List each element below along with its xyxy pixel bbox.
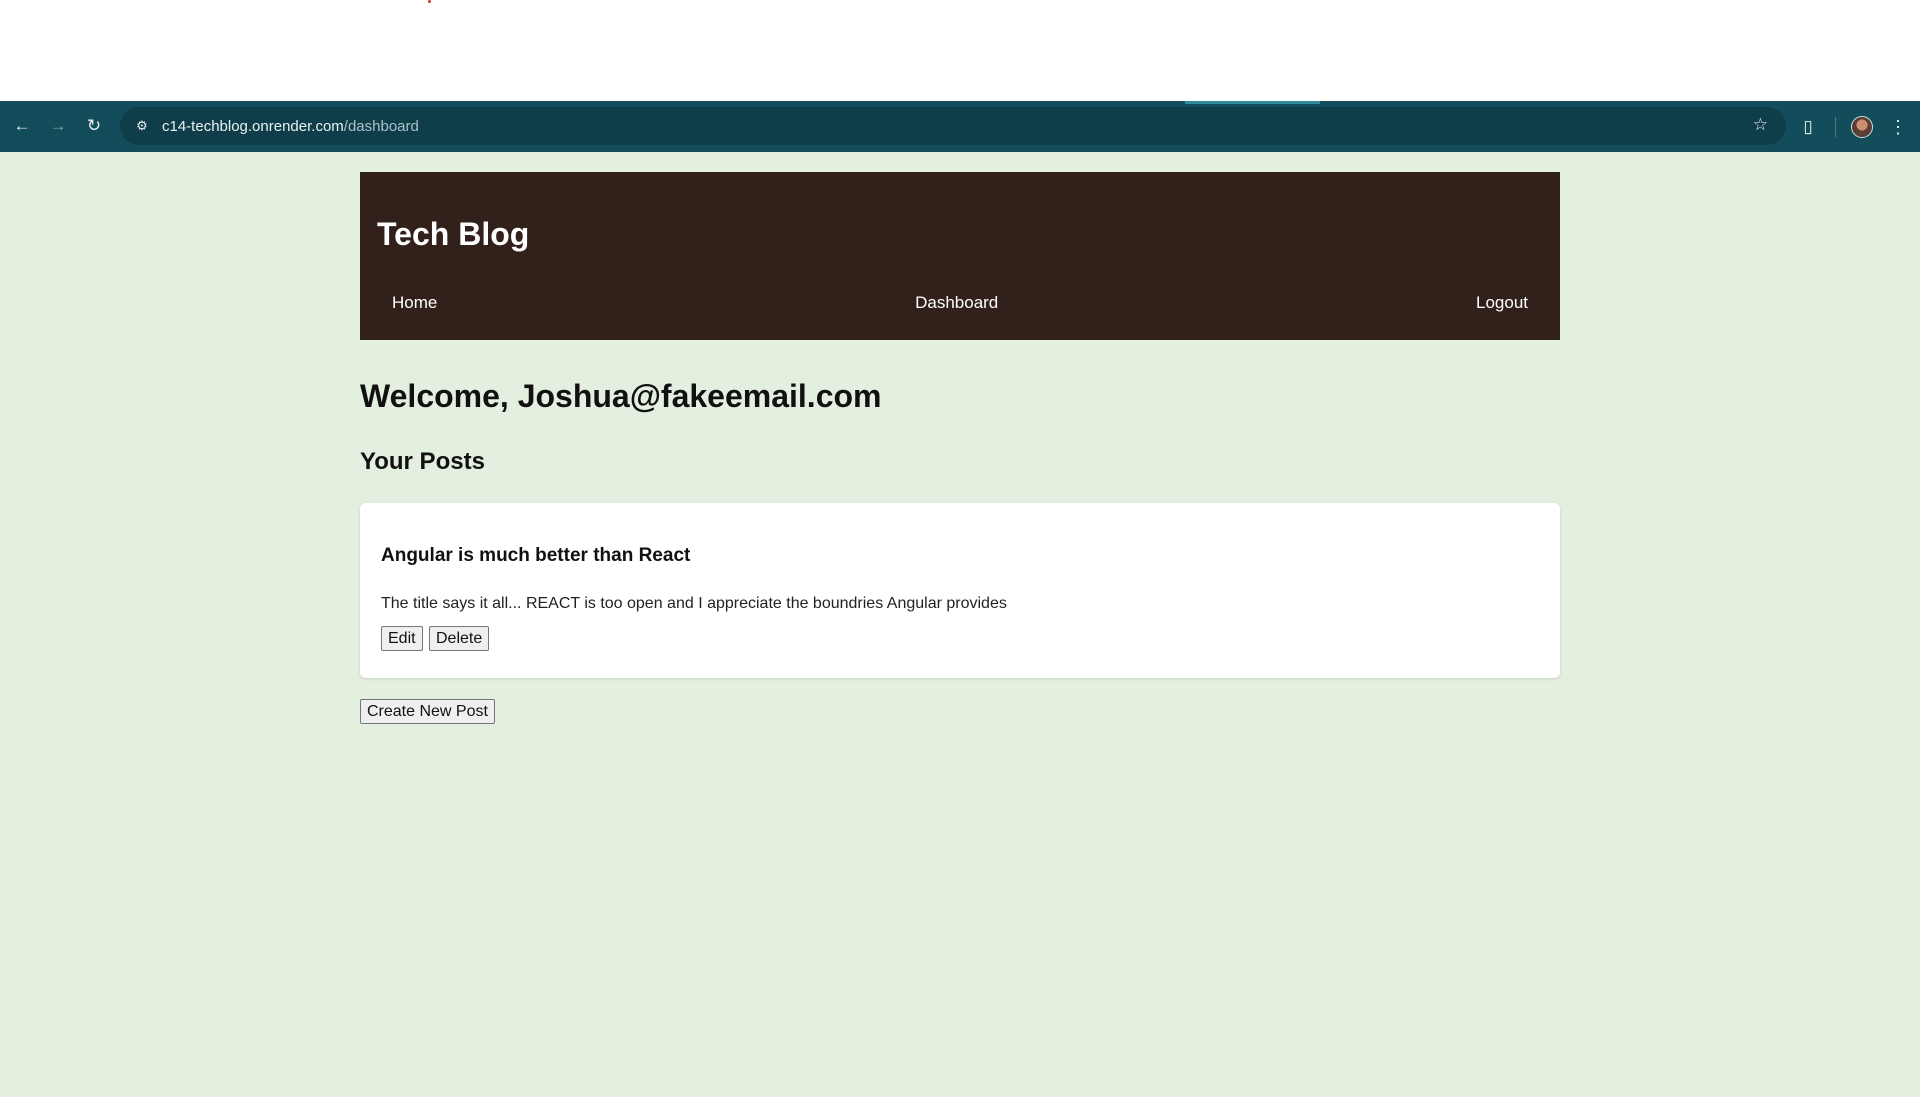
site-title: Tech Blog — [377, 216, 530, 252]
url-path: /dashboard — [343, 117, 419, 135]
extensions-icon[interactable]: ▯ — [1790, 109, 1826, 145]
url-text[interactable]: c14-techblog.onrender.com/dashboard — [162, 118, 419, 135]
browser-toolbar: ← → ↻ ⚙ c14-techblog.onrender.com/dashbo… — [0, 101, 1920, 152]
nav-logout-link[interactable]: Logout — [1476, 293, 1528, 315]
url-domain: c14-techblog.onrender.com — [162, 117, 344, 135]
nav-home-link[interactable]: Home — [392, 293, 437, 315]
red-dot-marker — [428, 0, 431, 3]
forward-icon[interactable]: → — [40, 108, 76, 144]
browser-menu-icon[interactable]: ⋮ — [1888, 109, 1908, 145]
delete-post-button[interactable]: Delete — [429, 626, 490, 651]
toolbar-divider — [1835, 117, 1836, 137]
site-header: Tech Blog Home Dashboard Logout — [360, 172, 1560, 340]
post-title: Angular is much better than React — [381, 545, 691, 566]
top-blank-area — [0, 0, 1920, 101]
welcome-heading: Welcome, Joshua@fakeemail.com — [360, 378, 882, 414]
address-bar[interactable]: ⚙ c14-techblog.onrender.com/dashboard ☆ — [120, 107, 1786, 145]
reload-icon[interactable]: ↻ — [76, 108, 112, 144]
edit-post-button[interactable]: Edit — [381, 626, 423, 651]
page-content: Tech Blog Home Dashboard Logout Welcome,… — [0, 152, 1920, 1097]
site-info-icon[interactable]: ⚙ — [128, 112, 156, 140]
back-icon[interactable]: ← — [4, 108, 40, 144]
create-new-post-button[interactable]: Create New Post — [360, 699, 495, 724]
post-body: The title says it all... REACT is too op… — [381, 595, 1007, 612]
your-posts-heading: Your Posts — [360, 448, 485, 475]
profile-avatar[interactable] — [1851, 116, 1873, 138]
post-card: Angular is much better than React The ti… — [360, 503, 1560, 678]
bookmark-star-icon[interactable]: ☆ — [1753, 115, 1768, 135]
site-nav: Home Dashboard Logout — [392, 293, 1528, 315]
active-tab-indicator — [1185, 101, 1320, 104]
nav-dashboard-link[interactable]: Dashboard — [915, 293, 998, 315]
